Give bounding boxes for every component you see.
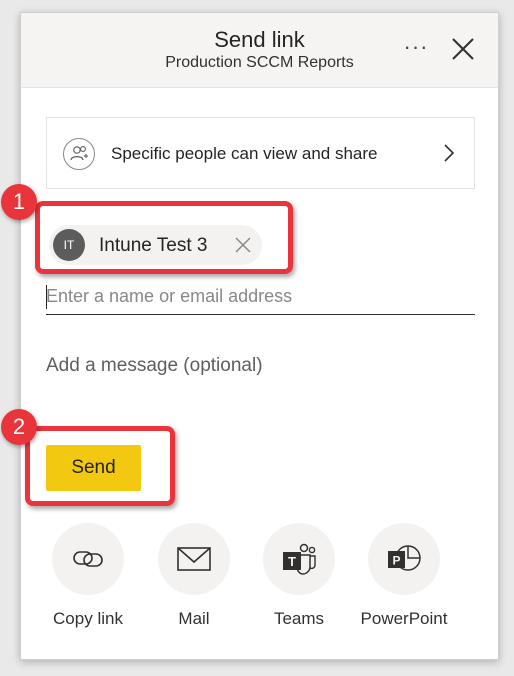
- share-label-mail: Mail: [178, 609, 210, 628]
- share-mail[interactable]: Mail: [144, 523, 244, 633]
- people-icon: [63, 138, 95, 170]
- share-powerpoint[interactable]: P PowerPoint: [354, 523, 454, 633]
- annotation-badge-1: 1: [1, 184, 37, 220]
- send-button[interactable]: Send: [46, 445, 141, 491]
- permission-label: Specific people can view and share: [111, 144, 378, 163]
- avatar: IT: [53, 229, 85, 261]
- share-label-powerpoint: PowerPoint: [360, 609, 448, 628]
- annotation-badge-2: 2: [1, 409, 37, 445]
- share-option-circle: [158, 523, 230, 595]
- mail-icon: [177, 547, 211, 571]
- recipient-name: Intune Test 3: [99, 235, 208, 256]
- link-icon: [73, 551, 103, 567]
- send-link-dialog: Send link Production SCCM Reports ··· Sp…: [20, 12, 499, 660]
- remove-recipient-icon[interactable]: [233, 235, 253, 255]
- share-teams[interactable]: T Teams: [249, 523, 349, 633]
- share-option-circle: [52, 523, 124, 595]
- share-option-circle: P: [368, 523, 440, 595]
- share-option-circle: T: [263, 523, 335, 595]
- chevron-right-icon: [444, 144, 455, 162]
- share-label-copy-link: Copy link: [53, 609, 123, 628]
- message-input[interactable]: [46, 351, 475, 381]
- text-caret: [46, 285, 47, 309]
- recipient-search-input[interactable]: [46, 279, 475, 315]
- teams-icon: T: [283, 543, 316, 575]
- close-icon[interactable]: [449, 35, 477, 63]
- svg-text:P: P: [392, 554, 400, 568]
- link-permission-selector[interactable]: Specific people can view and share: [46, 117, 475, 189]
- dialog-header: Send link Production SCCM Reports ···: [21, 13, 498, 88]
- share-label-teams: Teams: [273, 609, 325, 628]
- powerpoint-icon: P: [388, 545, 421, 571]
- more-horizontal-icon[interactable]: ···: [401, 35, 431, 59]
- share-copy-link[interactable]: Copy link: [38, 523, 138, 633]
- recipient-chip: IT Intune Test 3: [49, 225, 262, 265]
- svg-text:T: T: [288, 554, 296, 569]
